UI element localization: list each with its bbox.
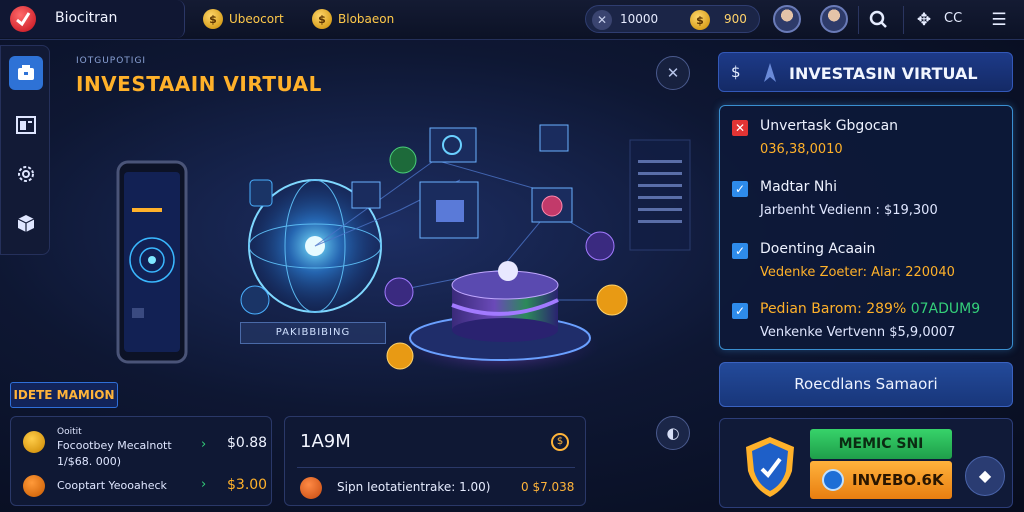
coin-icon [822,469,844,491]
phone-illustration [116,160,188,364]
sidebar-item-documents[interactable] [9,108,43,142]
chip-label: Ubeocort [229,12,284,26]
sidebar-item-wallet[interactable] [9,56,43,90]
info-icon[interactable]: $ [551,433,569,451]
next-button[interactable]: ◆ [965,456,1005,496]
currency-icon: $ [731,63,741,81]
checkbox-icon[interactable]: ✓ [732,303,748,319]
item-detail: Venkenke Vertvenn $5,9,0007 [760,325,956,340]
avatar[interactable] [773,5,801,33]
chip-blobaeon[interactable]: $ Blobaeon [312,9,394,29]
app-title: Biocitran [55,10,118,26]
divider [858,6,859,34]
search-icon[interactable] [866,8,890,32]
activity-card: 1A9M $ Sipn Ieotatientrake: 1.00) 0 $7.0… [284,416,586,506]
item-title-extra: 07ADUM9 [910,301,981,317]
row-amount: $0.88 [227,435,268,451]
close-button[interactable]: ✕ [656,56,690,90]
item-title: Madtar Nhi [760,179,838,195]
item-title: Pedian Barom: 289% 07ADUM9 [760,301,980,317]
coin-icon: $ [203,9,223,29]
item-detail: Vedenke Zoeter: Alar: 220040 [760,265,955,280]
coin-icon [23,475,45,497]
chip-ubeocort[interactable]: $ Ubeocort [203,9,284,29]
avatar[interactable] [820,5,848,33]
item-title: Unvertask Gbgocan [760,118,899,134]
logo-icon [10,6,36,32]
activity-text: Sipn Ieotatientrake: 1.00) [337,480,491,494]
invest-button-label: INVEBO.6K [852,471,944,489]
panel-header: $ INVESTASIN VIRTUAL [718,52,1013,92]
tag-button[interactable]: IDETE MAMION [10,382,118,408]
activity-amount: 0 $7.038 [521,480,575,494]
row-label: Cooptart Yeooaheck [57,479,167,492]
sidebar-item-packages[interactable] [9,206,43,240]
close-icon[interactable]: ✕ [592,10,612,30]
divider [297,467,575,468]
divider [903,6,904,34]
gear-icon [18,166,34,182]
coin-icon [300,477,322,499]
coin-icon [23,431,45,453]
promo-panel: MEMIC SNI INVEBO.6K ◆ [719,418,1013,508]
panel-title: INVESTASIN VIRTUAL [789,64,978,83]
chevron-right-icon: › [201,477,207,492]
close-icon[interactable]: ✕ [732,120,748,136]
investment-scene-illustration [116,124,691,375]
balance-pill[interactable]: ✕ 10000 $ 900 [585,5,760,33]
row-label: 1/$68. 000) [57,455,121,468]
chevron-right-icon: › [201,437,207,452]
rocket-icon [764,63,776,82]
sidebar-item-settings[interactable] [9,157,43,191]
checkbox-icon[interactable]: ✓ [732,243,748,259]
app-logo-area[interactable]: Biocitran [0,0,185,38]
recommendations-button[interactable]: Roecdlans Samaori [719,362,1013,407]
box-icon [17,215,35,232]
document-icon [16,116,36,134]
coin-icon: $ [312,9,332,29]
hero-subtitle: IOTGUPOTIGI [76,56,147,66]
promo-badge[interactable]: MEMIC SNI [810,429,952,459]
chip-label: Blobaeon [338,12,395,26]
row-amount: $3.00 [227,477,268,493]
item-detail: 036,38,0010 [760,142,843,157]
balance-value: 10000 [620,12,659,26]
shield-icon [746,437,794,497]
location-button[interactable]: ◐ [656,416,690,450]
menu-icon[interactable]: ☰ [987,8,1011,32]
coin-icon: $ [690,10,710,30]
hero-title: INVESTAAIN VIRTUAL [76,72,322,96]
item-detail: Jarbenht Vedienn : $19,300 [760,203,938,218]
item-title: Doenting Acaain [760,241,876,257]
cc-label: CC [944,11,963,26]
top-bar: Biocitran $ Ubeocort $ Blobaeon ✕ 10000 … [0,0,1024,40]
item-title-main: Pedian Barom: 289% [760,301,907,317]
card-title: 1A9M [300,431,351,452]
row-label: Ooitit [57,427,82,437]
investment-list: ✕ Unvertask Gbgocan 036,38,0010 ✓ Madtar… [719,105,1013,350]
settings-icon[interactable]: ✥ [912,8,936,32]
checkbox-icon[interactable]: ✓ [732,181,748,197]
row-label: Focootbey Mecalnott [57,439,172,452]
wallet-icon [18,65,34,80]
sidebar [0,45,50,255]
scene-label: PAKIBBIBING [240,322,386,344]
summary-card: Ooitit Focootbey Mecalnott 1/$68. 000) ›… [10,416,272,506]
invest-button[interactable]: INVEBO.6K [810,461,952,499]
coin-value: 900 [724,12,747,26]
